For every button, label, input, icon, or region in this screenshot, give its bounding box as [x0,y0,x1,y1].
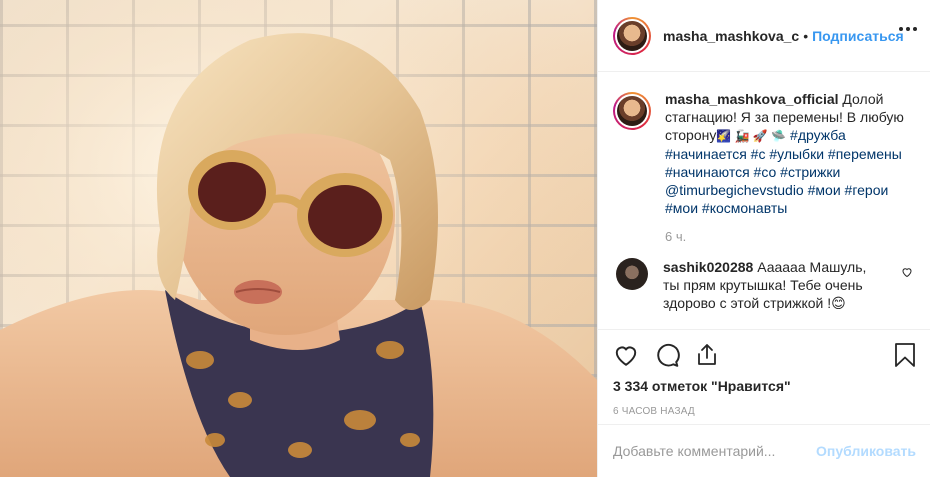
instagram-post: masha_mashkova_c • Подписаться masha_mas… [0,0,930,477]
caption-time[interactable]: 6 ч. [665,229,917,244]
follow-button[interactable]: Подписаться [812,28,904,44]
commenter-username[interactable]: sashik020288 [663,259,753,275]
bookmark-icon[interactable] [894,342,916,371]
action-icons [613,342,916,368]
separator-dot: • [803,27,809,44]
share-icon[interactable] [695,342,719,368]
caption-mention[interactable]: @timurbegichevstudio [665,182,804,198]
author-username[interactable]: masha_mashkova_c [663,28,799,44]
caption-username[interactable]: masha_mashkova_official [665,91,839,107]
caption-avatar[interactable] [613,92,651,130]
comment-item: sashik020288 Аааааа Машуль, ты прям крут… [613,258,917,312]
comments-section: masha_mashkova_official Долой стагнацию!… [598,73,930,329]
commenter-avatar[interactable] [616,258,648,290]
caption-emojis: 🌠 🚂 🚀 🛸 [716,129,787,143]
photo-illustration [0,0,597,477]
likes-count[interactable]: 3 334 отметок "Нравится" [613,378,916,394]
caption: masha_mashkova_official Долой стагнацию!… [613,90,917,217]
heart-icon[interactable] [613,342,639,368]
comment-input[interactable] [613,443,817,459]
publish-button[interactable]: Опубликовать [816,443,916,459]
more-dots-icon[interactable] [899,27,917,31]
avatar-image [617,20,647,51]
heart-outline-icon[interactable] [901,265,913,281]
comment-icon[interactable] [654,342,680,368]
comment-text: sashik020288 Аааааа Машуль, ты прям крут… [663,258,878,312]
post-photo[interactable] [0,0,597,477]
post-sidebar: masha_mashkova_c • Подписаться masha_mas… [597,0,930,477]
avatar-image [617,96,647,126]
post-timestamp[interactable]: 6 ЧАСОВ НАЗАД [613,406,916,417]
comment-emoji: 😊 [831,295,846,311]
post-header: masha_mashkova_c • Подписаться [598,0,930,72]
post-actions: 3 334 отметок "Нравится" 6 ЧАСОВ НАЗАД [598,329,930,429]
author-avatar[interactable] [613,16,651,55]
caption-text: masha_mashkova_official Долой стагнацию!… [665,90,905,217]
add-comment-bar: Опубликовать [598,424,930,477]
